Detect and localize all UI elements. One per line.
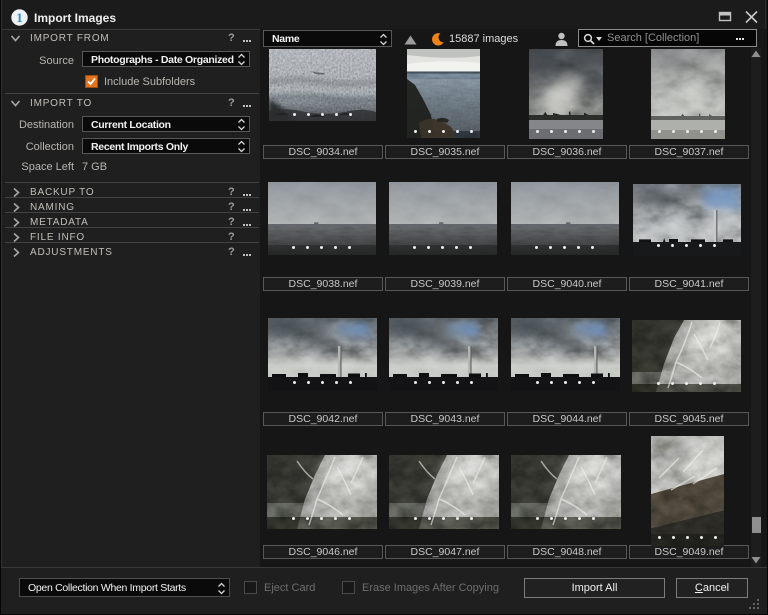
svg-text:1: 1: [16, 10, 23, 25]
